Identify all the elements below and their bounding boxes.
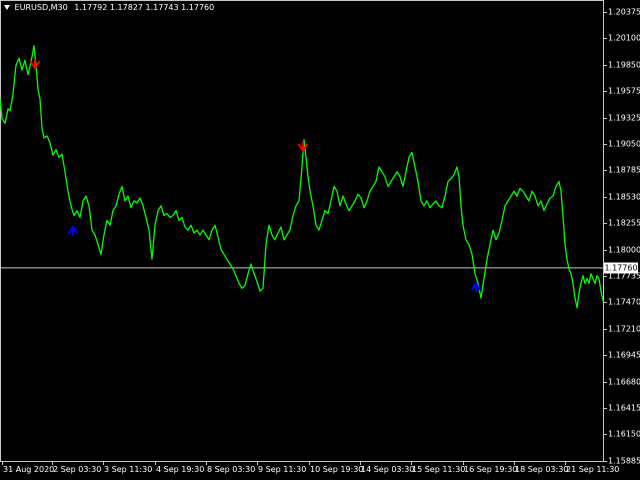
y-tick xyxy=(604,91,607,93)
chart-header: EURUSD,M30 1.17792 1.17827 1.17743 1.177… xyxy=(4,3,214,12)
sell-arrow-icon xyxy=(30,59,40,70)
y-tick xyxy=(604,408,607,409)
y-tick xyxy=(604,38,607,40)
y-tick xyxy=(604,170,607,172)
x-tick-label: 3 Sep 11:30 xyxy=(104,465,153,474)
y-tick-label: 1.18530 xyxy=(608,192,640,202)
y-tick-label: 1.18000 xyxy=(608,245,640,255)
y-tick-label: 1.19050 xyxy=(608,139,640,149)
y-tick xyxy=(604,355,607,357)
y-tick-label: 1.19850 xyxy=(608,60,640,70)
y-tick xyxy=(604,328,607,330)
y-tick-label: 1.16150 xyxy=(608,429,640,439)
y-tick-label: 1.19325 xyxy=(608,113,640,123)
price-chart[interactable] xyxy=(0,0,640,480)
y-tick xyxy=(604,223,607,225)
x-tick-label: 15 Sep 11:30 xyxy=(412,465,466,474)
y-tick-label: 1.20100 xyxy=(608,33,640,43)
time-axis[interactable]: 31 Aug 2020 2 Sep 03:30 3 Sep 11:30 4 Sep 1… xyxy=(0,462,619,480)
y-tick-label: 1.16415 xyxy=(608,403,640,413)
y-tick xyxy=(604,64,607,66)
y-tick xyxy=(604,302,607,304)
sell-arrow-icon xyxy=(298,141,308,153)
x-tick-label: 14 Sep 03:30 xyxy=(361,465,415,474)
y-tick-label: 1.17470 xyxy=(608,297,640,307)
y-tick xyxy=(604,117,607,119)
x-tick-label: 8 Sep 03:30 xyxy=(207,465,256,474)
x-tick-label: 4 Sep 19:30 xyxy=(156,465,205,474)
x-tick-label: 2 Sep 03:30 xyxy=(53,465,102,474)
y-tick-label: 1.19575 xyxy=(608,86,640,96)
x-tick-label: 18 Sep 03:30 xyxy=(515,465,569,474)
buy-arrow-icon xyxy=(68,225,78,237)
y-tick-label: 1.15885 xyxy=(608,456,640,466)
x-tick-label: 16 Sep 19:30 xyxy=(464,465,518,474)
y-tick xyxy=(604,196,607,198)
x-tick-label: 10 Sep 19:30 xyxy=(310,465,364,474)
y-tick-label: 1.20375 xyxy=(608,7,640,17)
y-tick xyxy=(604,276,607,277)
symbol-dropdown-icon[interactable] xyxy=(4,5,10,10)
y-tick-label: 1.18255 xyxy=(608,218,640,228)
x-tick-label: 31 Aug 2020 xyxy=(3,465,55,474)
y-tick xyxy=(604,144,607,145)
symbol-label[interactable]: EURUSD,M30 xyxy=(15,3,68,12)
x-tick-label: 9 Sep 11:30 xyxy=(258,465,307,474)
y-tick xyxy=(604,434,607,436)
current-price-label: 1.17760 xyxy=(604,262,638,274)
y-tick xyxy=(604,12,607,13)
y-tick-label: 1.18785 xyxy=(608,165,640,175)
chart-frame xyxy=(0,0,604,462)
y-tick-label: 1.16680 xyxy=(608,377,640,387)
y-tick xyxy=(604,249,607,251)
y-tick xyxy=(604,381,607,383)
y-tick-label: 1.16945 xyxy=(608,350,640,360)
y-tick-label: 1.17210 xyxy=(608,324,640,334)
price-axis[interactable]: 1.20375 1.20100 1.19850 1.19575 1.19325 1.190… xyxy=(604,0,640,466)
y-tick xyxy=(604,460,607,462)
x-tick-label: 21 Sep 11:30 xyxy=(566,465,620,474)
ohlc-label: 1.17792 1.17827 1.17743 1.17760 xyxy=(74,3,215,12)
